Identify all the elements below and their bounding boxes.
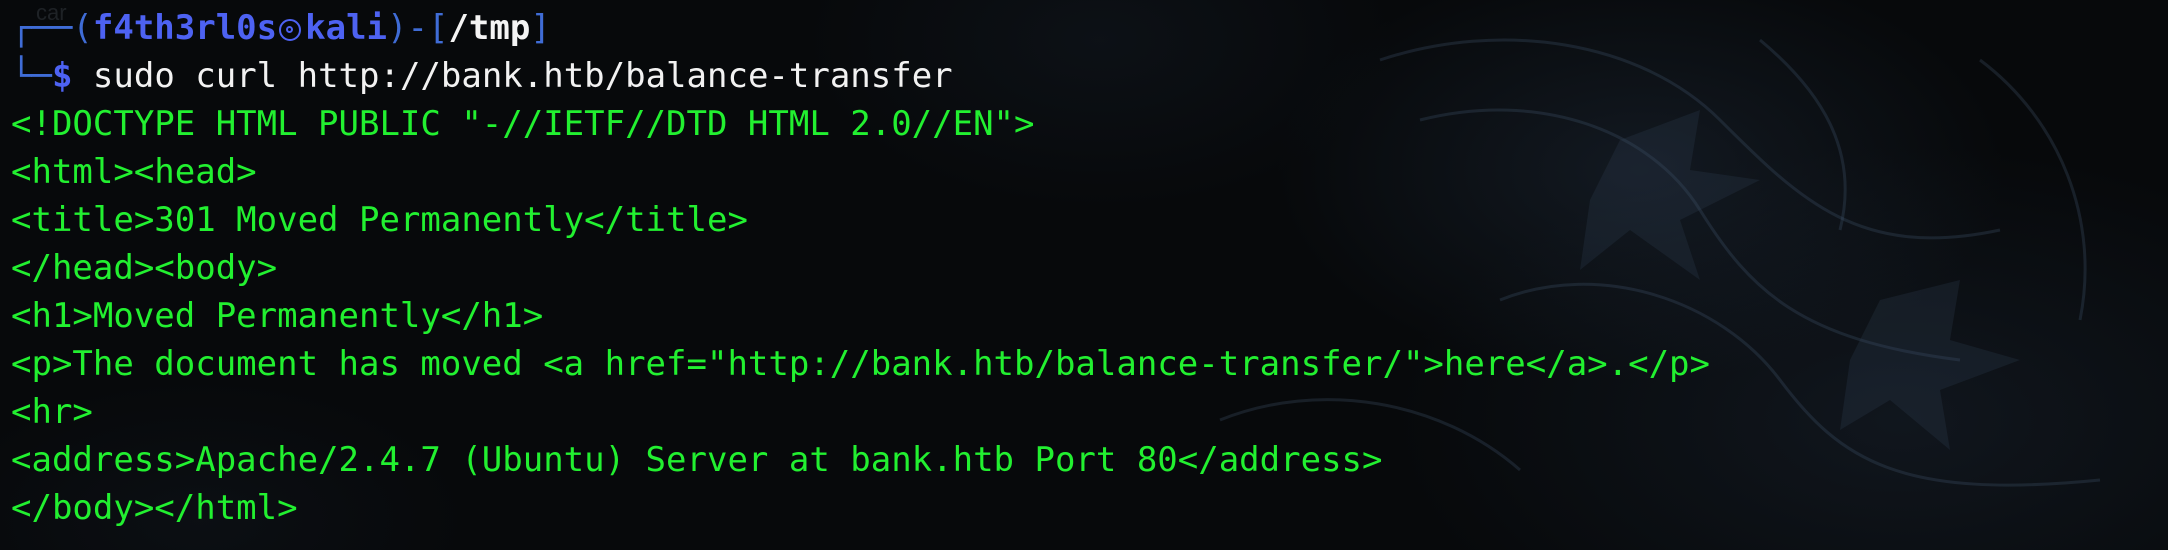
output-line: <p>The document has moved <a href="http:… [11, 344, 1710, 384]
terminal-output: ┌──(f4th3rl0s kali)-[/tmp] └─$ sudo curl … [11, 4, 2168, 532]
prompt-line-1: ┌──(f4th3rl0s kali)-[/tmp] [11, 4, 2168, 52]
terminal-window[interactable]: car ┌──(f4th3rl0s kali)-[/tmp] └─$ sudo c… [0, 0, 2168, 550]
prompt-frame-corner: └─ [11, 56, 52, 96]
output-line: <title>301 Moved Permanently</title> [11, 200, 748, 240]
output-line: <!DOCTYPE HTML PUBLIC "-//IETF//DTD HTML… [11, 104, 1035, 144]
prompt-host: kali [305, 8, 388, 48]
output-line: </body></html> [11, 488, 298, 528]
prompt-frame-close: ] [530, 8, 551, 48]
command-text: sudo curl http://bank.htb/balance-transf… [72, 56, 953, 96]
prompt-path: /tmp [448, 8, 531, 48]
output-line: <h1>Moved Permanently</h1> [11, 296, 544, 336]
output-line: <html><head> [11, 152, 257, 192]
output-line: <hr> [11, 392, 93, 432]
output-line: </head><body> [11, 248, 278, 288]
prompt-line-2: └─$ sudo curl http://bank.htb/balance-tr… [11, 52, 2168, 100]
prompt-frame-middle: )-[ [387, 8, 449, 48]
prompt-frame-open: ┌──( [11, 8, 93, 48]
kali-skull-icon [279, 19, 302, 41]
prompt-user: f4th3rl0s [92, 8, 278, 48]
prompt-dollar: $ [51, 56, 73, 96]
output-line: <address>Apache/2.4.7 (Ubuntu) Server at… [11, 440, 1383, 480]
